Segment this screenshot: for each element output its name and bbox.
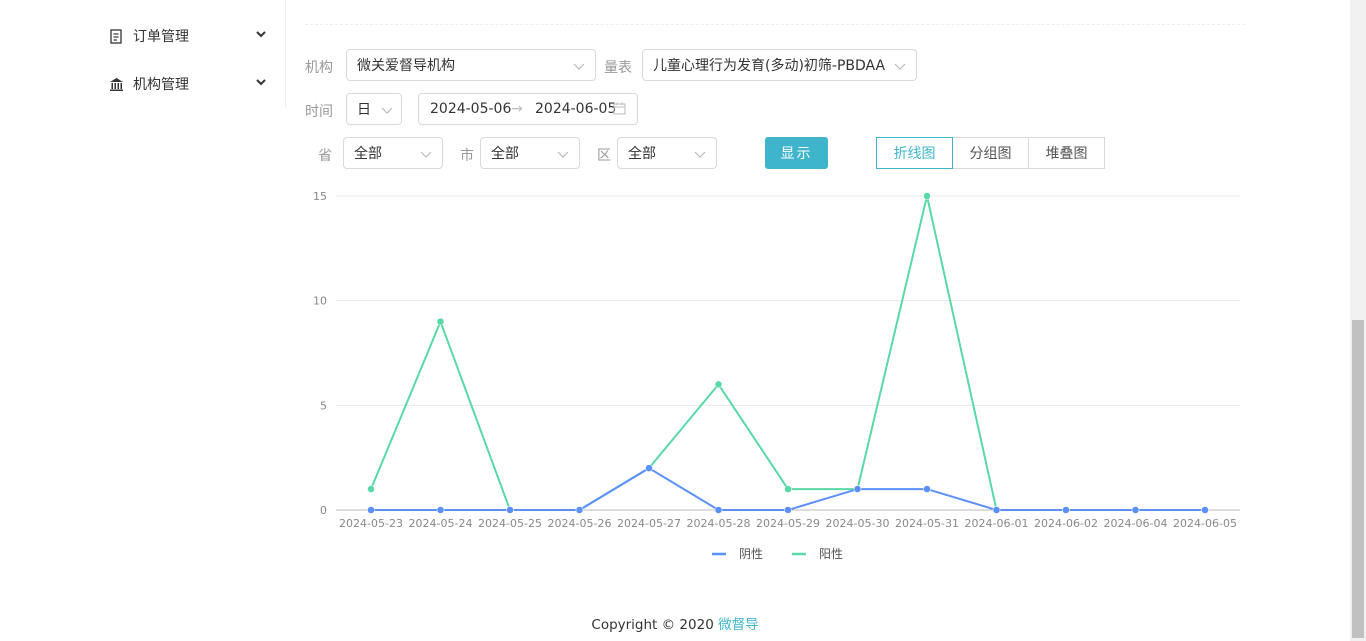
legend-label: 阴性 bbox=[739, 547, 763, 561]
x-tick-label: 2024-05-30 bbox=[826, 517, 890, 530]
legend-label: 阳性 bbox=[819, 547, 843, 561]
tab-line-chart[interactable]: 折线图 bbox=[876, 137, 953, 169]
data-point bbox=[367, 506, 375, 514]
data-point bbox=[506, 506, 514, 514]
data-point bbox=[1062, 506, 1070, 514]
x-tick-label: 2024-06-05 bbox=[1173, 517, 1237, 530]
data-point bbox=[923, 485, 931, 493]
line-chart: 0 5 10 15 2024-05-23 2024-05-24 2024-05-25 2024… bbox=[313, 190, 1240, 561]
copyright-text: Copyright © 2020 bbox=[591, 617, 714, 633]
y-tick-label: 10 bbox=[313, 295, 327, 308]
data-point bbox=[575, 506, 584, 514]
x-tick-label: 2024-05-25 bbox=[478, 517, 542, 530]
x-tick-label: 2024-06-02 bbox=[1034, 517, 1098, 530]
x-tick-label: 2024-05-24 bbox=[409, 517, 473, 530]
x-tick-label: 2024-05-31 bbox=[895, 517, 959, 530]
x-tick-label: 2024-06-01 bbox=[965, 517, 1029, 530]
data-point bbox=[853, 485, 862, 493]
data-point bbox=[784, 485, 792, 493]
data-point bbox=[923, 192, 931, 200]
data-point bbox=[784, 506, 792, 514]
data-point bbox=[714, 506, 723, 514]
x-tick-label: 2024-05-29 bbox=[756, 517, 820, 530]
footer-link[interactable]: 微督导 bbox=[718, 617, 759, 633]
data-point bbox=[714, 380, 723, 389]
data-point bbox=[645, 464, 653, 472]
x-tick-label: 2024-05-28 bbox=[687, 517, 751, 530]
y-tick-label: 15 bbox=[313, 190, 327, 203]
x-tick-label: 2024-05-27 bbox=[617, 517, 681, 530]
footer: Copyright © 2020 微督导 bbox=[0, 613, 1350, 633]
data-point bbox=[436, 506, 445, 514]
x-tick-label: 2024-05-26 bbox=[548, 517, 612, 530]
scrollbar[interactable] bbox=[1350, 0, 1366, 641]
data-point bbox=[1201, 506, 1209, 514]
y-tick-label: 0 bbox=[320, 504, 327, 517]
data-point bbox=[992, 506, 1001, 514]
x-tick-label: 2024-06-04 bbox=[1104, 517, 1168, 530]
series-line-1 bbox=[370, 195, 1205, 511]
y-tick-label: 5 bbox=[320, 399, 327, 412]
data-point bbox=[367, 485, 375, 493]
x-tick-label: 2024-05-23 bbox=[339, 517, 403, 530]
data-point bbox=[436, 317, 445, 326]
data-point bbox=[1131, 506, 1140, 514]
scrollbar-thumb[interactable] bbox=[1352, 320, 1364, 638]
